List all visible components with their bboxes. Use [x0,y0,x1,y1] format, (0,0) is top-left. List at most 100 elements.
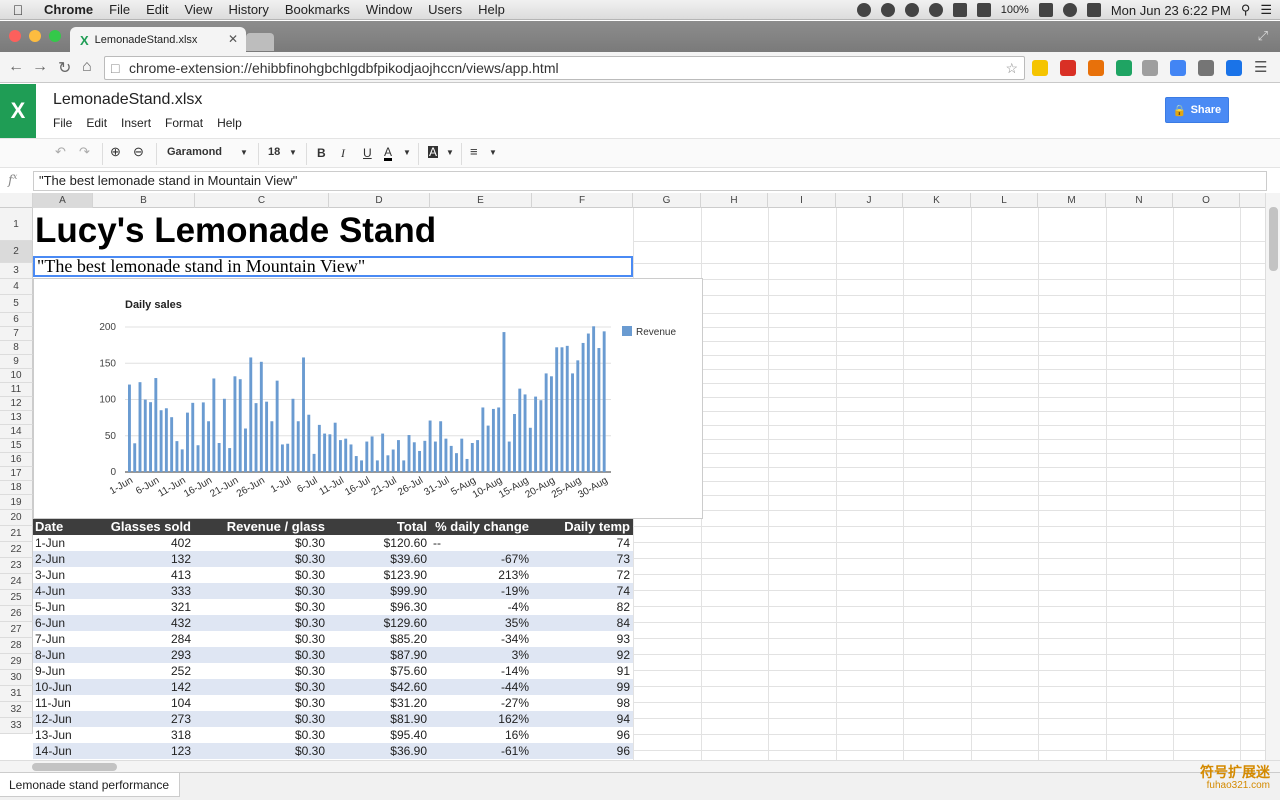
app-menu-file[interactable]: File [53,116,72,130]
table-cell[interactable]: 162% [430,711,532,727]
row-header-13[interactable]: 13 [0,411,33,425]
bookmark-star-icon[interactable]: ☆ [1005,57,1018,79]
table-cell[interactable]: 92 [532,647,633,663]
table-cell[interactable]: $87.90 [329,647,430,663]
table-cell[interactable]: $0.30 [195,615,329,631]
row-header-5[interactable]: 5 [0,295,33,313]
row-header-12[interactable]: 12 [0,397,33,411]
table-cell[interactable]: $36.90 [329,743,430,759]
table-cell[interactable]: $0.30 [195,663,329,679]
window-minimize-button[interactable] [29,30,41,42]
table-header-cell[interactable]: % daily change [430,519,532,535]
column-header-a[interactable]: A [33,193,93,208]
table-cell[interactable]: $0.30 [195,711,329,727]
table-cell[interactable]: 74 [532,535,633,551]
menu-history[interactable]: History [220,0,276,20]
row-header-19[interactable]: 19 [0,495,33,510]
tab-close-icon[interactable]: ✕ [228,32,238,46]
share-button[interactable]: 🔒 Share [1165,97,1229,123]
row-header-17[interactable]: 17 [0,467,33,481]
row-header-9[interactable]: 9 [0,355,33,369]
table-cell[interactable]: $0.30 [195,695,329,711]
table-cell[interactable]: -34% [430,631,532,647]
timemachine-icon[interactable] [928,3,943,17]
volume-icon[interactable] [1086,3,1101,17]
table-header-cell[interactable]: Date [33,519,92,535]
column-header-j[interactable]: J [836,193,903,208]
formula-input[interactable]: "The best lemonade stand in Mountain Vie… [33,171,1267,191]
table-cell[interactable]: -14% [430,663,532,679]
battery-icon[interactable] [1038,3,1053,17]
table-cell[interactable]: 142 [92,679,195,695]
row-header-18[interactable]: 18 [0,481,33,495]
table-cell[interactable]: $42.60 [329,679,430,695]
home-icon[interactable]: ⌂ [82,58,92,76]
row-header-4[interactable]: 4 [0,279,33,295]
app-menu-insert[interactable]: Insert [121,116,151,130]
table-header-cell[interactable]: Glasses sold [92,519,195,535]
column-header-d[interactable]: D [329,193,430,208]
table-cell[interactable]: 5-Jun [33,599,92,615]
table-cell[interactable]: 98 [532,695,633,711]
horizontal-scroll-thumb[interactable] [32,763,117,771]
table-header-cell[interactable]: Revenue / glass [195,519,329,535]
table-cell[interactable]: -- [430,535,532,551]
row-header-7[interactable]: 7 [0,327,33,341]
row-header-3[interactable]: 3 [0,263,33,279]
row-header-33[interactable]: 33 [0,718,33,734]
row-header-6[interactable]: 6 [0,313,33,327]
table-cell[interactable]: -27% [430,695,532,711]
sheet-tab-lemonade[interactable]: Lemonade stand performance [0,773,180,797]
vertical-scroll-thumb[interactable] [1269,207,1278,271]
table-cell[interactable]: 94 [532,711,633,727]
column-header-k[interactable]: K [903,193,971,208]
spotlight-icon[interactable]: ⚲ [1241,2,1251,18]
extension-store-icon[interactable] [1170,60,1186,76]
grid-corner[interactable] [0,193,33,208]
table-cell[interactable]: 16% [430,727,532,743]
table-cell[interactable]: -44% [430,679,532,695]
row-header-22[interactable]: 22 [0,542,33,558]
row-header-8[interactable]: 8 [0,341,33,355]
table-cell[interactable]: $0.30 [195,567,329,583]
document-title[interactable]: LemonadeStand.xlsx [53,91,202,109]
column-header-h[interactable]: H [701,193,768,208]
menu-window[interactable]: Window [358,0,420,20]
table-cell[interactable]: 252 [92,663,195,679]
row-header-29[interactable]: 29 [0,654,33,670]
table-cell[interactable]: $0.30 [195,535,329,551]
table-cell[interactable]: -4% [430,599,532,615]
table-cell[interactable]: -61% [430,743,532,759]
italic-icon[interactable]: I [341,146,345,161]
table-cell[interactable]: -67% [430,551,532,567]
table-header-cell[interactable]: Total [329,519,430,535]
column-header-g[interactable]: G [633,193,701,208]
app-menu-format[interactable]: Format [165,116,203,130]
address-bar[interactable]: □ chrome-extension://ehibbfinohgbchlgdbf… [104,56,1025,80]
table-cell[interactable]: 2-Jun [33,551,92,567]
row-header-15[interactable]: 15 [0,439,33,453]
browser-tab[interactable]: X LemonadeStand.xlsx ✕ [70,27,246,53]
table-cell[interactable]: 74 [532,583,633,599]
vertical-scrollbar[interactable] [1265,193,1280,760]
window-zoom-button[interactable] [49,30,61,42]
notification-bell-icon[interactable] [880,3,895,17]
notification-center-icon[interactable]: ☰ [1260,2,1272,18]
text-color-icon[interactable]: A [384,146,393,161]
table-cell[interactable]: $0.30 [195,551,329,567]
row-header-25[interactable]: 25 [0,590,33,606]
drive-status-icon[interactable] [856,3,871,17]
table-cell[interactable]: $75.60 [329,663,430,679]
row-header-30[interactable]: 30 [0,670,33,686]
selected-subtitle-cell[interactable]: "The best lemonade stand in Mountain Vie… [33,256,633,277]
table-cell[interactable]: 293 [92,647,195,663]
fullscreen-icon[interactable]: ⤢ [1258,28,1268,44]
table-cell[interactable]: $120.60 [329,535,430,551]
table-cell[interactable]: $39.60 [329,551,430,567]
redo-icon[interactable]: ↷ [79,144,90,160]
table-cell[interactable]: 321 [92,599,195,615]
column-header-f[interactable]: F [532,193,633,208]
row-header-28[interactable]: 28 [0,638,33,654]
table-cell[interactable]: $0.30 [195,599,329,615]
extension-gmail-icon[interactable] [1226,60,1242,76]
